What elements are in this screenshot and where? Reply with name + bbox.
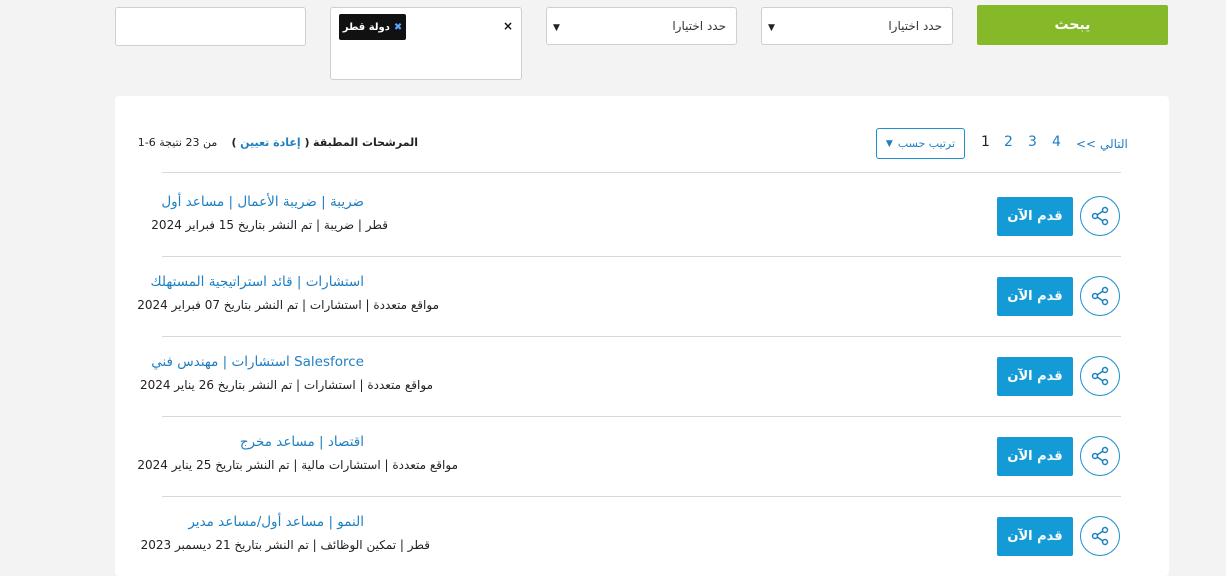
job-row: النمو | مساعد أول/مساعد مدير قطر | تمكين… [115,494,1169,574]
job-title-link[interactable]: Salesforce استشارات | مهندس فني [151,354,364,370]
job-meta: قطر | ضريبة | تم النشر بتاريخ 15 فبراير … [151,218,388,232]
share-icon [1091,526,1109,546]
next-page-link[interactable]: << التالي [1076,137,1128,151]
location-tag-label: دولة قطر [342,21,390,33]
page-4[interactable]: 4 [1052,134,1061,150]
share-icon [1091,366,1109,386]
job-row: ضريبة | ضريبة الأعمال | مساعد أول قطر | … [115,174,1169,254]
results-summary: المرشحات المطبقة ( إعادة تعيين ) من 23 ن… [137,136,418,149]
share-button[interactable] [1080,196,1120,236]
share-icon [1091,286,1109,306]
apply-now-button[interactable]: قدم الآن [997,197,1073,236]
chevron-down-icon: ▼ [553,23,560,33]
job-title-link[interactable]: استشارات | قائد استراتيجية المستهلك [151,274,364,290]
category-select[interactable]: حدد اختيارا ▼ [546,7,737,45]
share-icon [1091,446,1109,466]
location-multiselect[interactable]: دولة قطر ✖ × [330,7,522,80]
search-button[interactable]: يبحث [977,5,1168,45]
chevron-down-icon: ▼ [768,23,775,33]
job-title-link[interactable]: ضريبة | ضريبة الأعمال | مساعد أول [161,194,364,210]
share-button[interactable] [1080,436,1120,476]
results-count: من 23 نتيجة 6-1 [137,136,218,149]
job-row: Salesforce استشارات | مهندس فني مواقع مت… [115,334,1169,414]
clear-selection-icon[interactable]: × [503,19,513,33]
category-select-placeholder: حدد اختيارا [672,19,726,33]
apply-now-button[interactable]: قدم الآن [997,277,1073,316]
share-button[interactable] [1080,356,1120,396]
page-2[interactable]: 2 [1004,134,1013,150]
job-meta: مواقع متعددة | استشارات مالية | تم النشر… [137,458,458,472]
type-select-placeholder: حدد اختيارا [888,19,942,33]
job-row: استشارات | قائد استراتيجية المستهلك مواق… [115,254,1169,334]
share-button[interactable] [1080,276,1120,316]
divider [162,172,1121,173]
reset-link[interactable]: إعادة تعيين [240,136,301,149]
share-button[interactable] [1080,516,1120,556]
apply-now-button[interactable]: قدم الآن [997,357,1073,396]
job-meta: مواقع متعددة | استشارات | تم النشر بتاري… [137,298,439,312]
job-title-link[interactable]: اقتصاد | مساعد مخرج [240,434,364,450]
chevron-down-icon: ▼ [885,138,893,149]
page-1[interactable]: 1 [981,134,990,150]
filters-title: المرشحات المطبقة [313,136,418,149]
sort-label: ترتيب حسب [897,137,956,150]
keyword-input[interactable] [115,7,306,46]
results-card: المرشحات المطبقة ( إعادة تعيين ) من 23 ن… [115,96,1169,576]
apply-now-button[interactable]: قدم الآن [997,517,1073,556]
page-3[interactable]: 3 [1028,134,1037,150]
results-header: المرشحات المطبقة ( إعادة تعيين ) من 23 ن… [115,96,1169,172]
job-meta: مواقع متعددة | استشارات | تم النشر بتاري… [139,378,433,392]
job-row: اقتصاد | مساعد مخرج مواقع متعددة | استشا… [115,414,1169,494]
type-select[interactable]: حدد اختيارا ▼ [761,7,953,45]
job-title-link[interactable]: النمو | مساعد أول/مساعد مدير [188,514,364,530]
location-tag[interactable]: دولة قطر ✖ [339,14,406,40]
share-icon [1091,206,1109,226]
sort-dropdown[interactable]: ▼ ترتيب حسب [876,128,965,159]
apply-now-button[interactable]: قدم الآن [997,437,1073,476]
remove-tag-icon[interactable]: ✖ [394,22,402,33]
